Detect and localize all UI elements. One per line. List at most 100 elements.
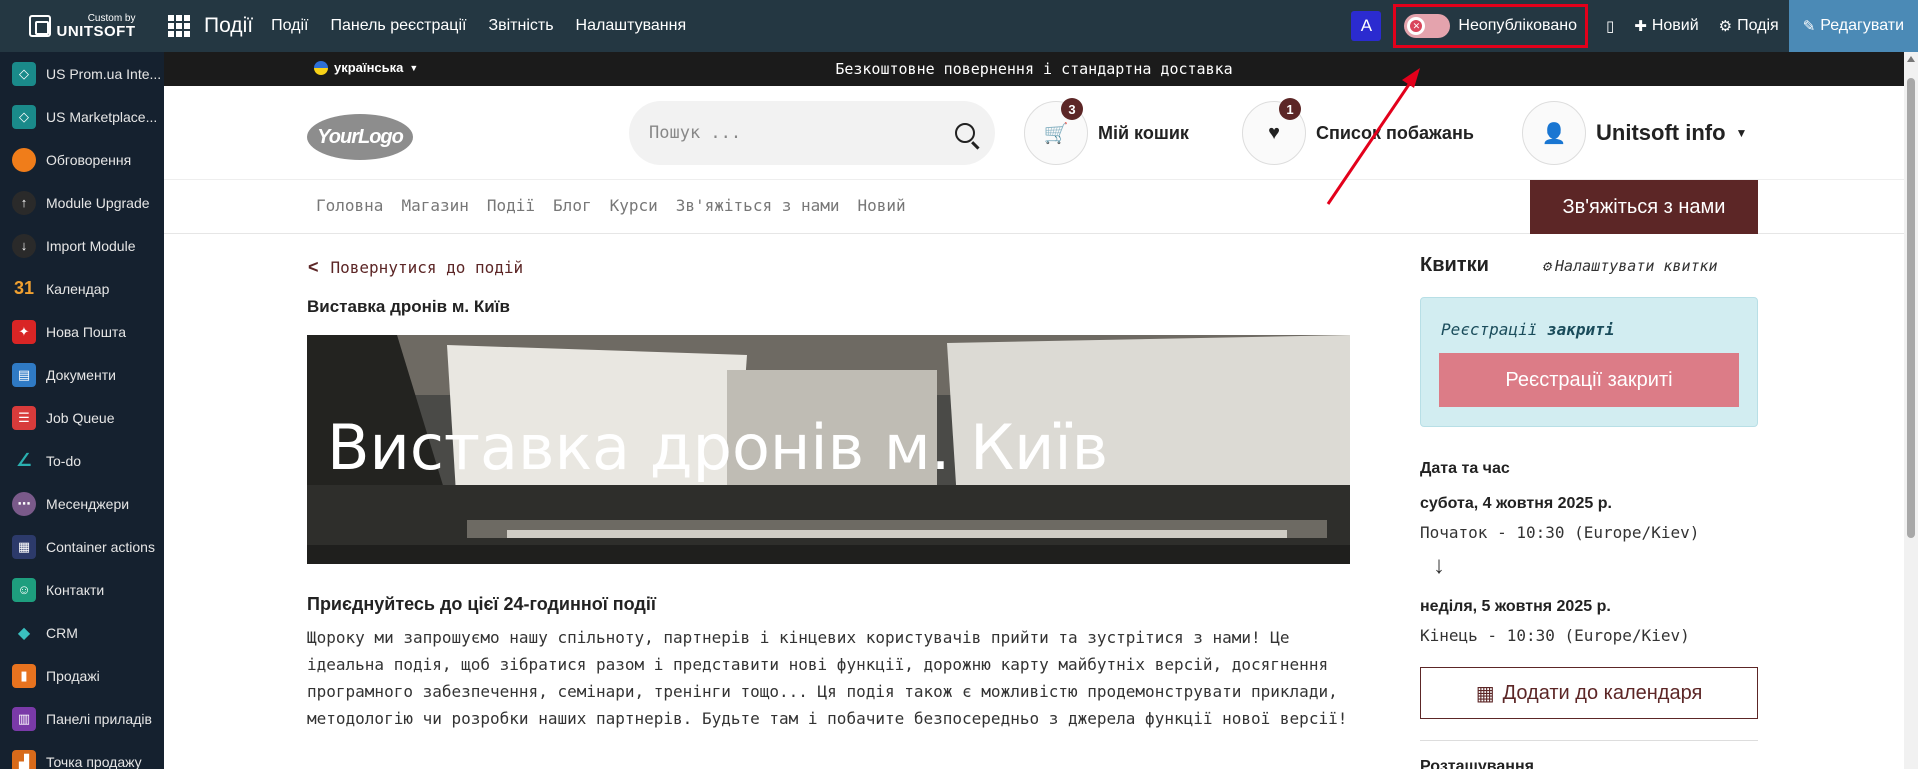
documents-icon: ▤ (12, 362, 36, 387)
add-to-calendar-button[interactable]: ▦ Додати до календаря (1420, 667, 1758, 719)
sidebar-item[interactable]: ☺ Контакти (0, 568, 164, 611)
contact-us-button[interactable]: Зв'яжіться з нами (1530, 180, 1758, 234)
cart-label: Мій кошик (1098, 122, 1189, 143)
cart-count-badge: 3 (1061, 98, 1083, 120)
registration-box: Реєстрації закриті Реєстрації закриті (1420, 297, 1758, 427)
apps-sidebar: ◇ US Prom.ua Inte... ◇ US Marketplace... О… (0, 52, 164, 769)
close-icon: ✕ (1410, 20, 1423, 32)
ukraine-flag-icon (314, 60, 328, 75)
scrollbar-thumb[interactable] (1907, 78, 1915, 538)
sidebar-item[interactable]: ☰ Job Queue (0, 396, 164, 439)
sidebar-item[interactable]: Обговорення (0, 138, 164, 181)
end-time: Кінець - 10:30 (Europe/Kiev) (1420, 626, 1690, 645)
arrow-down-icon: ↓ (1433, 552, 1445, 579)
sidebar-item[interactable]: ▥ Панелі приладів (0, 697, 164, 740)
sidebar-item[interactable]: ▦ Container actions (0, 525, 164, 568)
publish-toggle-highlight[interactable]: ✕ Неопубліковано (1393, 4, 1588, 48)
cart-link[interactable]: 🛒 3 Мій кошик (1024, 98, 1189, 165)
sidebar-item[interactable]: ◇ US Prom.ua Inte... (0, 52, 164, 95)
website-preview: українська ▼ Безкоштовне повернення і ст… (164, 52, 1904, 769)
top-menu: Події Панель реєстрації Звітність Налашт… (271, 17, 686, 35)
user-menu[interactable]: 👤 Unitsoft info ▼ (1522, 101, 1747, 165)
edit-button[interactable]: ✎ Редагувати (1788, 0, 1918, 52)
app-name[interactable]: Події (204, 14, 253, 38)
announcement-bar: українська ▼ Безкоштовне повернення і ст… (164, 52, 1904, 86)
cart-icon: 🛒 (1043, 122, 1069, 145)
nova-poshta-icon: ✦ (12, 319, 36, 344)
crm-icon: ◆ (17, 624, 31, 642)
apps-grid-icon[interactable] (168, 15, 190, 37)
announcement-text: Безкоштовне повернення і стандартна дост… (835, 60, 1233, 78)
datetime-heading: Дата та час (1420, 460, 1510, 477)
wishlist-link[interactable]: ♥ 1 Список побажань (1242, 98, 1474, 165)
pencil-icon: ✎ (1802, 18, 1816, 35)
menu-item-registration-desk[interactable]: Панель реєстрації (330, 17, 466, 35)
event-title: Виставка дронів м. Київ (307, 297, 510, 316)
event-settings-button[interactable]: ⚙ Подія (1709, 0, 1789, 52)
nav-new[interactable]: Новий (858, 196, 906, 215)
banner-title: Виставка дронів м. Київ (327, 411, 1109, 484)
brand-logo[interactable]: Custom by UNITSOFT (0, 0, 164, 52)
user-icon: 👤 (1541, 122, 1567, 145)
nav-courses[interactable]: Курси (610, 196, 658, 215)
sidebar-item[interactable]: ▟ Точка продажу (0, 740, 164, 769)
site-header: YourLogo 🛒 3 Мій кошик ♥ 1 Список побажа… (164, 86, 1904, 180)
site-logo[interactable]: YourLogo (307, 114, 413, 160)
new-button[interactable]: ✚ Новий (1624, 0, 1708, 52)
search-input[interactable] (649, 123, 955, 143)
search-box (629, 101, 995, 165)
sidebar-item[interactable]: ⋯ Месенджери (0, 482, 164, 525)
menu-item-settings[interactable]: Налаштування (576, 17, 687, 35)
plus-icon: ✚ (1634, 18, 1647, 35)
sidebar-item[interactable]: ◆ CRM (0, 611, 164, 654)
brand-small-text: Custom by (87, 12, 136, 24)
brand-name: UNITSOFT (56, 22, 136, 40)
contacts-icon: ☺ (12, 577, 36, 602)
nav-shop[interactable]: Магазин (401, 196, 468, 215)
chevron-left-icon: < (308, 257, 319, 277)
site-navbar: Головна Магазин Події Блог Курси Зв'яжіт… (164, 180, 1904, 234)
cube-icon: ◇ (12, 104, 36, 129)
configure-tickets-link[interactable]: ⚙ Налаштувати квитки (1542, 257, 1718, 275)
scroll-up-icon[interactable] (1907, 56, 1915, 62)
divider (1420, 740, 1758, 741)
page-scrollbar[interactable] (1904, 52, 1918, 769)
sidebar-item[interactable]: 31 Календар (0, 267, 164, 310)
sidebar-item[interactable]: ✦ Нова Пошта (0, 310, 164, 353)
sidebar-item[interactable]: ↑ Module Upgrade (0, 181, 164, 224)
nav-home[interactable]: Головна (316, 196, 383, 215)
dashboard-icon: ▥ (12, 706, 36, 731)
back-to-events-link[interactable]: < Повернутися до подій (308, 257, 523, 278)
user-label: Unitsoft info (1596, 120, 1726, 145)
tickets-heading: Квитки (1420, 254, 1489, 276)
wishlist-label: Список побажань (1316, 122, 1474, 143)
container-icon: ▦ (12, 534, 36, 559)
caret-down-icon: ▼ (1735, 126, 1748, 140)
sidebar-item[interactable]: ▮ Продажі (0, 654, 164, 697)
menu-item-events[interactable]: Події (271, 17, 308, 35)
heart-icon: ♥ (1268, 121, 1280, 144)
sales-icon: ▮ (12, 663, 36, 688)
registrations-closed-button[interactable]: Реєстрації закриті (1439, 353, 1739, 407)
start-time: Початок - 10:30 (Europe/Kiev) (1420, 523, 1700, 542)
sidebar-item[interactable]: ▤ Документи (0, 353, 164, 396)
sidebar-item[interactable]: ◇ US Marketplace... (0, 95, 164, 138)
event-banner: Виставка дронів м. Київ (307, 335, 1350, 564)
event-description: Щороку ми запрошуємо нашу спільноту, пар… (307, 628, 1348, 728)
messenger-icon: ⋯ (12, 491, 36, 516)
user-avatar[interactable]: A (1351, 11, 1382, 41)
publish-toggle[interactable]: ✕ (1404, 14, 1451, 38)
caret-down-icon: ▼ (409, 62, 419, 73)
search-icon[interactable] (955, 123, 975, 143)
list-icon: ☰ (12, 405, 36, 430)
registration-status: Реєстрації закриті (1441, 320, 1615, 339)
sidebar-item[interactable]: ↓ Import Module (0, 224, 164, 267)
menu-item-reporting[interactable]: Звітність (488, 17, 553, 35)
nav-blog[interactable]: Блог (553, 196, 592, 215)
nav-events[interactable]: Події (487, 196, 535, 215)
cube-icon: ◇ (12, 61, 36, 86)
mobile-preview-button[interactable]: ▯ (1596, 0, 1624, 52)
nav-contact[interactable]: Зв'яжіться з нами (676, 196, 840, 215)
language-selector[interactable]: українська ▼ (314, 60, 418, 75)
sidebar-item[interactable]: ∠ To-do (0, 439, 164, 482)
